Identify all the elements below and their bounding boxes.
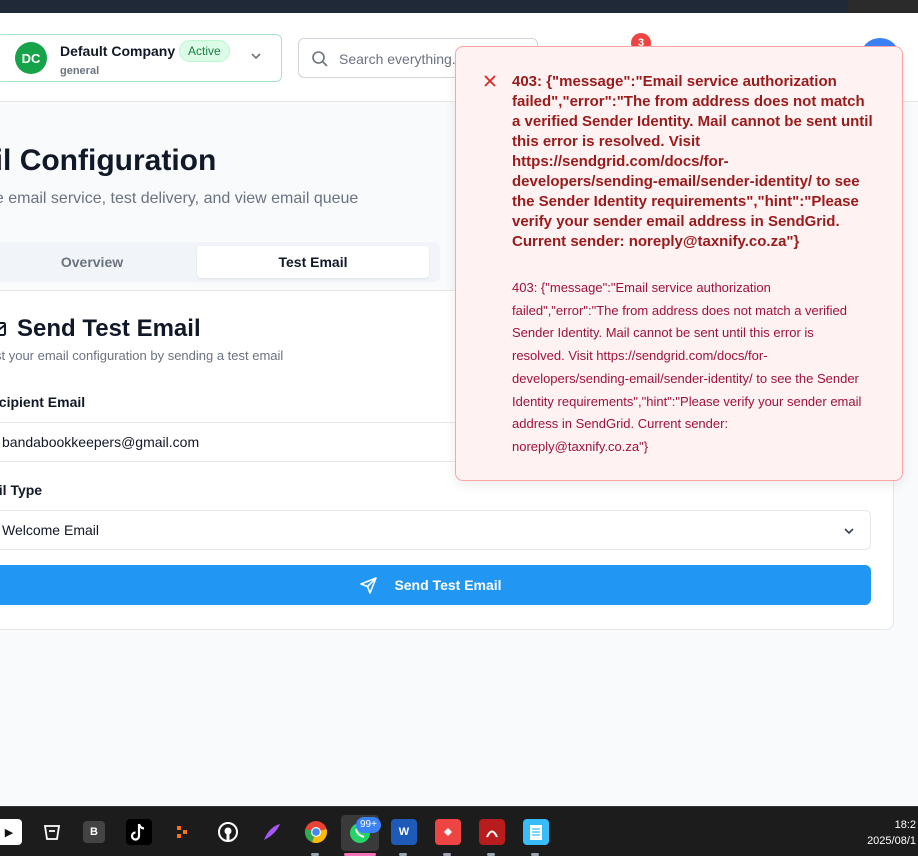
card-subtitle: st your email configuration by sending a…	[0, 348, 284, 363]
company-switcher[interactable]: DC Default Company Active general	[0, 34, 282, 82]
email-type-label: ail Type	[0, 482, 43, 498]
page-title: ail Configuration	[0, 144, 217, 177]
clock-date: 2025/08/1	[867, 835, 916, 847]
taskbar: ▶ B 99+ W 18:2 2025/08/1	[0, 806, 918, 856]
company-name: Default Company	[60, 43, 176, 59]
error-toast: 403: {"message":"Email service authoriza…	[455, 46, 903, 481]
chrome-icon[interactable]	[303, 819, 329, 845]
status-badge: Active	[179, 40, 230, 62]
feather-icon[interactable]	[259, 819, 285, 845]
recipient-email-label: ecipient Email	[0, 394, 86, 410]
dots-app-icon[interactable]	[170, 819, 196, 845]
page-subtitle: ge email service, test delivery, and vie…	[0, 190, 359, 207]
youtube-icon[interactable]: ▶	[0, 819, 22, 845]
acrobat-icon[interactable]	[479, 819, 505, 845]
tab-list: Overview Test Email	[0, 242, 440, 282]
anydesk-icon[interactable]	[435, 819, 461, 845]
send-icon	[360, 576, 378, 594]
github-icon[interactable]	[215, 819, 241, 845]
email-type-select[interactable]: Welcome Email	[0, 510, 871, 550]
tab-overview[interactable]: Overview	[0, 246, 184, 278]
toast-title: 403: {"message":"Email service authoriza…	[512, 73, 873, 250]
notepad-icon[interactable]	[523, 819, 549, 845]
search-icon	[312, 51, 328, 67]
toast-description: 403: {"message":"Email service authoriza…	[512, 280, 862, 454]
word-icon[interactable]: W	[391, 819, 417, 845]
window-top-strip	[0, 0, 918, 13]
b-app-icon[interactable]: B	[83, 821, 105, 843]
close-icon[interactable]	[482, 73, 498, 89]
terminal-icon[interactable]	[39, 819, 65, 845]
email-type-value: Welcome Email	[2, 522, 99, 538]
chevron-down-icon	[251, 53, 261, 60]
card-title: Send Test Email	[0, 315, 201, 343]
card-title-text: Send Test Email	[17, 315, 201, 342]
company-avatar: DC	[15, 42, 47, 74]
send-test-email-button[interactable]: Send Test Email	[0, 565, 871, 605]
company-subtitle: general	[60, 65, 100, 77]
recipient-email-value: bandabookkeepers@gmail.com	[2, 434, 200, 450]
tab-test-email[interactable]: Test Email	[197, 246, 429, 278]
system-clock[interactable]: 18:2 2025/08/1	[867, 817, 916, 849]
send-button-label: Send Test Email	[394, 577, 502, 593]
whatsapp-badge: 99+	[356, 817, 381, 833]
chevron-down-icon	[844, 528, 854, 535]
window-top-edge	[848, 0, 918, 13]
clock-time: 18:2	[894, 819, 916, 831]
mail-icon	[0, 322, 6, 336]
tiktok-icon[interactable]	[126, 819, 152, 845]
